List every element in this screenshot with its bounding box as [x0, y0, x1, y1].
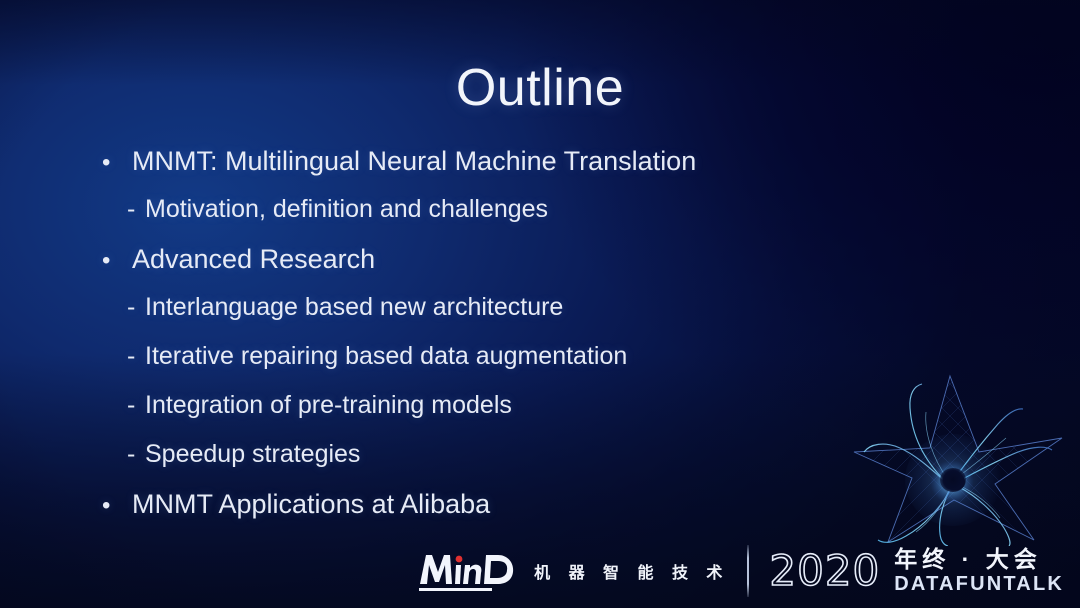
- dash-marker-icon: -: [127, 342, 136, 370]
- dash-marker-icon: -: [127, 440, 136, 468]
- footer-divider: [747, 545, 750, 597]
- mind-logo-icon: [418, 548, 516, 594]
- mind-brand-block: 机 器 智 能 技 术: [418, 540, 733, 602]
- dash-marker-icon: -: [127, 195, 136, 223]
- outline-subitem-label: Speedup strategies: [145, 440, 361, 468]
- outline-item-label: MNMT Applications at Alibaba: [132, 489, 491, 519]
- outline-subitem: - Interlanguage based new architecture: [100, 293, 900, 342]
- mind-subtitle-cn: 机 器 智 能 技 术: [534, 565, 730, 582]
- outline-subitem-label: Motivation, definition and challenges: [145, 195, 549, 223]
- outline-item-label: Advanced Research: [132, 244, 376, 274]
- outline-item: • MNMT Applications at Alibaba: [100, 489, 900, 538]
- dash-marker-icon: -: [127, 293, 136, 321]
- outline-item-label: MNMT: Multilingual Neural Machine Transl…: [132, 146, 697, 176]
- outline-subitem: - Integration of pre-training models: [100, 391, 900, 440]
- slide-title: Outline: [455, 59, 625, 117]
- event-year: 2020: [769, 546, 881, 595]
- outline-subitem: - Motivation, definition and challenges: [100, 195, 900, 244]
- bullet-dot-icon: •: [102, 247, 111, 274]
- outline-subitem-label: Interlanguage based new architecture: [145, 293, 564, 321]
- slide-footer: 机 器 智 能 技 术 2020 年终 · 大会 DATAFUNTALK: [0, 536, 1080, 608]
- outline-subitem: - Iterative repairing based data augment…: [100, 342, 900, 391]
- datafuntalk-brand-block: 2020 年终 · 大会 DATAFUNTALK: [769, 540, 1064, 602]
- outline-subitem-label: Integration of pre-training models: [145, 391, 512, 419]
- outline-list: • MNMT: Multilingual Neural Machine Tran…: [100, 146, 900, 538]
- bullet-dot-icon: •: [102, 149, 111, 176]
- event-name-cn: 年终 · 大会: [894, 545, 1042, 572]
- outline-subitem-label: Iterative repairing based data augmentat…: [145, 342, 628, 370]
- star-center-void: [940, 468, 966, 492]
- event-name-en: DATAFUNTALK: [894, 573, 1064, 596]
- dash-marker-icon: -: [127, 391, 136, 419]
- outline-subitem: - Speedup strategies: [100, 440, 900, 489]
- outline-item: • MNMT: Multilingual Neural Machine Tran…: [100, 146, 900, 195]
- presentation-slide: Outline • MNMT: Multilingual Neural Mach…: [0, 0, 1080, 608]
- outline-item: • Advanced Research: [100, 244, 900, 293]
- bullet-dot-icon: •: [102, 492, 111, 519]
